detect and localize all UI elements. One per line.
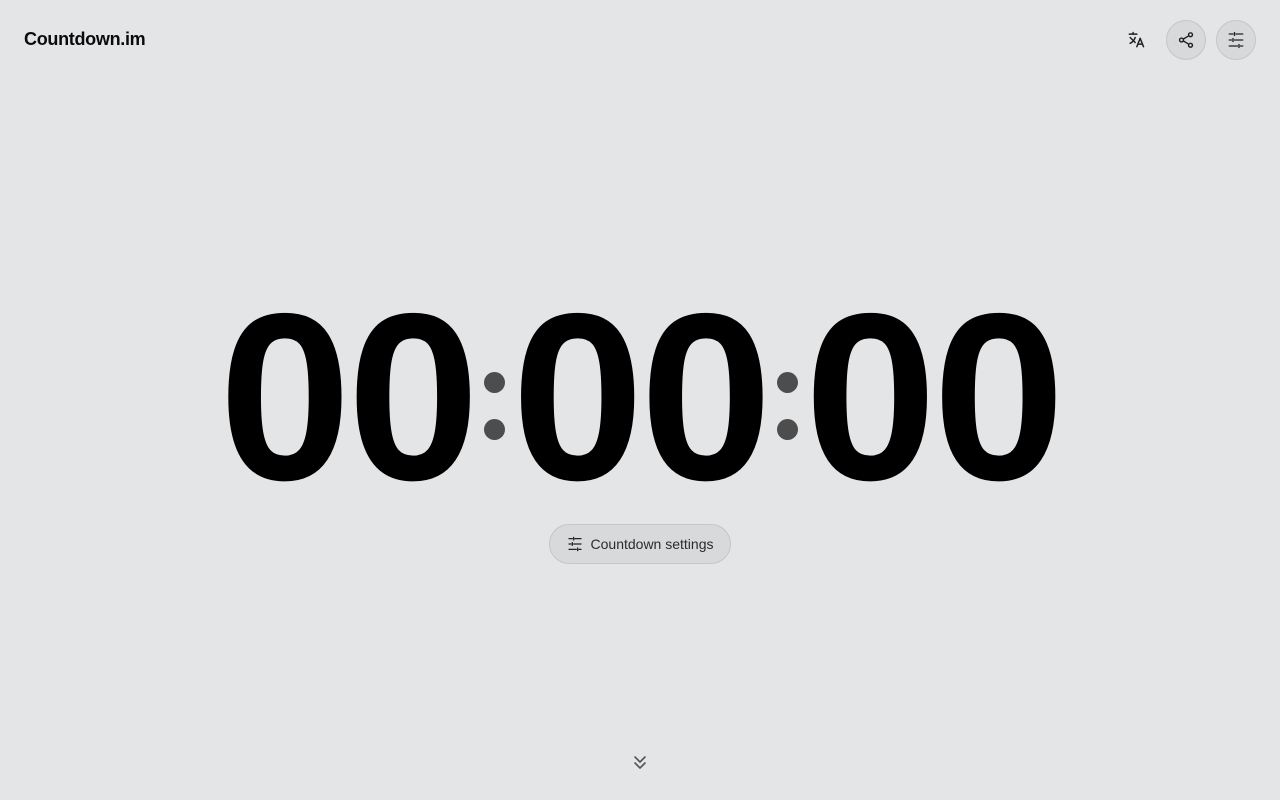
time-separator [776,371,798,440]
countdown-timer: 00 00 00 [0,278,1280,516]
countdown-page: Countdown.im 00 00 00 Countdown settings [0,0,1280,800]
sliders-icon [1227,31,1245,49]
seconds-display: 00 [804,264,1065,530]
share-icon [1177,31,1195,49]
header-actions [1116,20,1256,60]
translate-icon [1126,30,1146,50]
sliders-icon [567,536,583,552]
share-button[interactable] [1166,20,1206,60]
countdown-settings-label: Countdown settings [590,536,714,552]
brand-logo[interactable]: Countdown.im [24,29,146,50]
settings-icon-button[interactable] [1216,20,1256,60]
chevrons-down-icon [633,755,647,776]
time-separator [484,371,506,440]
minutes-display: 00 [511,264,773,530]
translate-button[interactable] [1116,20,1156,60]
hours-display: 00 [218,264,480,530]
countdown-settings-button[interactable]: Countdown settings [549,524,731,564]
scroll-down-button[interactable] [632,755,648,776]
